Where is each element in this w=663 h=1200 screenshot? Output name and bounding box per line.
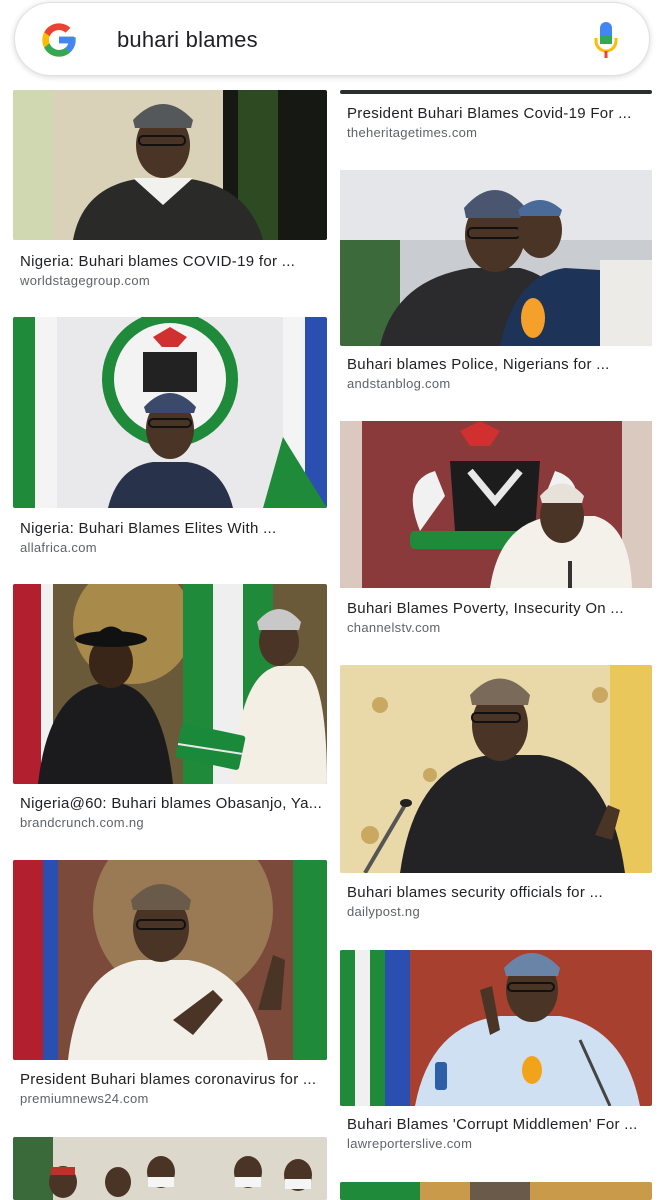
image-result[interactable]	[13, 1137, 327, 1200]
image-result[interactable]: President Buhari blames coronavirus for …	[13, 860, 327, 1110]
google-g-icon[interactable]	[39, 20, 79, 60]
image-result[interactable]: Nigeria: Buhari blames COVID-19 for ... …	[13, 90, 327, 290]
result-title[interactable]: Nigeria: Buhari Blames Elites With ...	[20, 520, 276, 537]
image-result[interactable]	[340, 1182, 652, 1200]
result-source[interactable]: channelstv.com	[347, 620, 441, 635]
result-thumbnail[interactable]	[340, 421, 652, 588]
image-result[interactable]: Nigeria: Buhari Blames Elites With ... a…	[13, 317, 327, 562]
result-thumbnail[interactable]	[13, 860, 327, 1060]
image-result[interactable]: President Buhari Blames Covid-19 For ...…	[340, 90, 652, 150]
result-title[interactable]: Nigeria: Buhari blames COVID-19 for ...	[20, 253, 295, 270]
result-source[interactable]: dailypost.ng	[347, 904, 420, 919]
result-title[interactable]: President Buhari blames coronavirus for …	[20, 1071, 316, 1088]
result-title[interactable]: Buhari Blames 'Corrupt Middlemen' For ..…	[347, 1116, 638, 1133]
result-thumbnail[interactable]	[340, 950, 652, 1106]
image-result[interactable]: Buhari blames Police, Nigerians for ... …	[340, 170, 652, 395]
result-thumbnail[interactable]	[13, 317, 327, 508]
result-source[interactable]: premiumnews24.com	[20, 1091, 149, 1106]
result-source[interactable]: allafrica.com	[20, 540, 97, 555]
result-thumbnail[interactable]	[13, 90, 327, 240]
result-thumbnail[interactable]	[340, 90, 652, 94]
result-source[interactable]: lawreporterslive.com	[347, 1136, 472, 1151]
result-thumbnail[interactable]	[340, 170, 652, 346]
search-input[interactable]: buhari blames	[117, 27, 258, 53]
result-title[interactable]: Buhari blames security officials for ...	[347, 884, 603, 901]
result-title[interactable]: Buhari blames Police, Nigerians for ...	[347, 356, 610, 373]
result-title[interactable]: Buhari Blames Poverty, Insecurity On ...	[347, 600, 624, 617]
search-bar[interactable]: buhari blames	[14, 2, 650, 76]
image-result[interactable]: Nigeria@60: Buhari blames Obasanjo, Ya..…	[13, 584, 327, 834]
image-result[interactable]: Buhari Blames Poverty, Insecurity On ...…	[340, 421, 652, 641]
result-thumbnail[interactable]	[13, 1137, 327, 1200]
image-result[interactable]: Buhari blames security officials for ...…	[340, 665, 652, 925]
result-thumbnail[interactable]	[340, 1182, 652, 1200]
result-source[interactable]: andstanblog.com	[347, 376, 451, 391]
result-title[interactable]: Nigeria@60: Buhari blames Obasanjo, Ya..…	[20, 795, 322, 812]
result-thumbnail[interactable]	[13, 584, 327, 784]
search-header: buhari blames	[0, 0, 663, 90]
result-source[interactable]: theheritagetimes.com	[347, 125, 477, 140]
result-source[interactable]: brandcrunch.com.ng	[20, 815, 144, 830]
result-source[interactable]: worldstagegroup.com	[20, 273, 150, 288]
result-title[interactable]: President Buhari Blames Covid-19 For ...	[347, 105, 632, 122]
result-thumbnail[interactable]	[340, 665, 652, 873]
microphone-icon[interactable]	[593, 21, 619, 59]
image-result[interactable]: Buhari Blames 'Corrupt Middlemen' For ..…	[340, 950, 652, 1160]
